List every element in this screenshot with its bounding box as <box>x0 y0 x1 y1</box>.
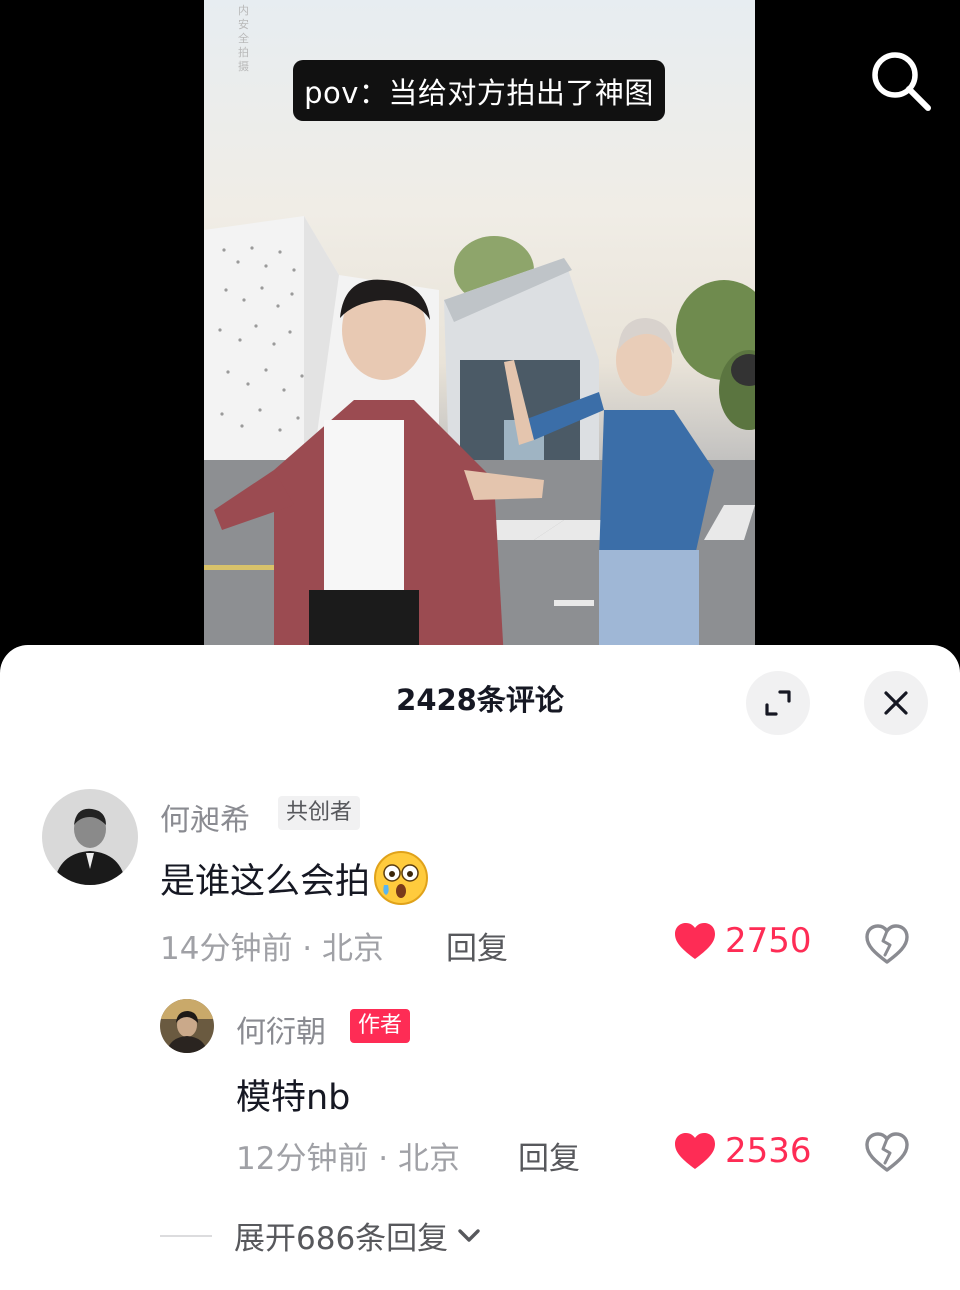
expand-icon <box>765 690 791 716</box>
reply-button[interactable]: 回复 <box>446 923 508 968</box>
surprised-emoji-icon <box>374 851 429 905</box>
comment-time-location: 14分钟前 · 北京 <box>160 931 385 967</box>
reply-text: 模特nb <box>236 1077 351 1118</box>
expand-sheet-button[interactable] <box>746 671 810 735</box>
comment-text-content: 是谁这么会拍 <box>160 861 371 902</box>
close-sheet-button[interactable] <box>864 671 928 735</box>
expand-replies-button[interactable]: 展开686条回复 <box>160 1213 484 1258</box>
comments-count-title: 2428条评论 <box>396 683 564 717</box>
commenter-avatar[interactable] <box>42 789 138 885</box>
divider-line <box>160 1234 212 1237</box>
reply-like-button[interactable]: 2536 <box>673 1131 812 1171</box>
reply-username[interactable]: 何衍朝 <box>236 1007 326 1051</box>
broken-heart-icon[interactable] <box>864 923 910 965</box>
video-caption: pov：当给对方拍出了神图 <box>293 60 665 121</box>
chevron-down-icon <box>458 1228 480 1242</box>
video-player[interactable]: 内安全拍摄 pov：当给对方拍出了神图 <box>0 0 960 660</box>
heart-icon <box>675 923 715 959</box>
video-watermark: 内安全拍摄 <box>238 4 249 73</box>
co-creator-badge: 共创者 <box>278 796 361 830</box>
reply-time-location: 12分钟前 · 北京 <box>236 1141 461 1177</box>
author-badge: 作者 <box>350 1009 411 1043</box>
search-icon[interactable] <box>868 48 934 114</box>
broken-heart-icon[interactable] <box>864 1131 910 1173</box>
heart-icon <box>675 1133 715 1169</box>
expand-replies-label: 展开686条回复 <box>234 1221 449 1257</box>
like-count: 2750 <box>725 921 812 961</box>
commenter-username[interactable]: 何昶希 <box>160 795 250 839</box>
reply-like-count: 2536 <box>725 1131 812 1171</box>
comment-text: 是谁这么会拍 <box>160 849 430 907</box>
reply-avatar[interactable] <box>160 999 214 1053</box>
like-button[interactable]: 2750 <box>673 921 812 961</box>
comments-sheet: 2428条评论 何昶希 共创者 是谁这么会拍 14分钟前 · 北京 回复 275… <box>0 645 960 1290</box>
close-icon <box>884 691 908 715</box>
reply-to-reply-button[interactable]: 回复 <box>518 1133 580 1178</box>
